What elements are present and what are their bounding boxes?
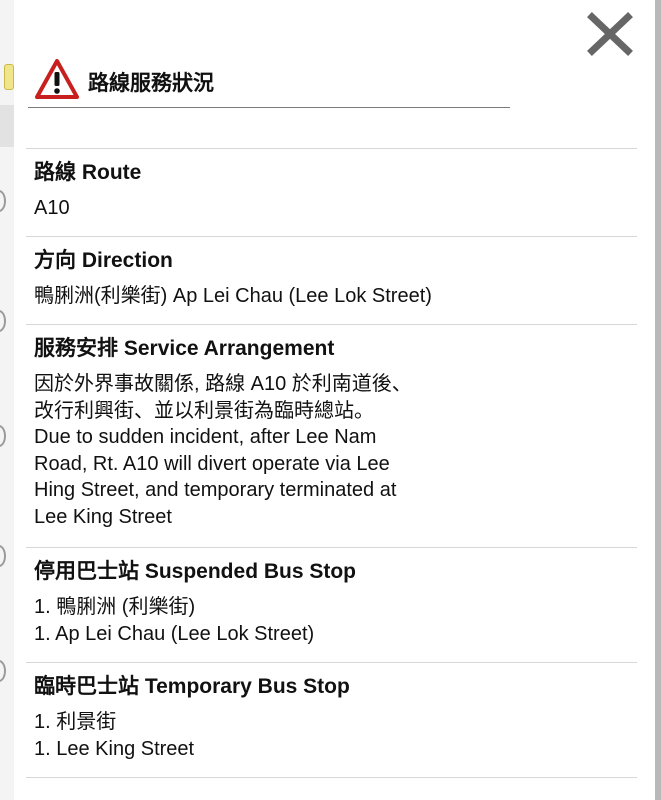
arrangement-line: 因於外界事故關係, 路線 A10 於利南道後、	[34, 373, 412, 395]
route-value: A10	[34, 197, 70, 219]
background-edge	[655, 0, 661, 800]
background-toolbar-fragment	[0, 105, 14, 147]
dialog-title: 路線服務狀況	[88, 72, 214, 95]
background-chip	[4, 64, 14, 90]
service-arrangement-label: 服務安排 Service Arrangement	[34, 337, 335, 360]
suspended-stop-item: 1. 鴨脷洲 (利樂街)	[34, 596, 196, 618]
direction-label: 方向 Direction	[34, 249, 173, 272]
temporary-stop-item: 1. Lee King Street	[34, 737, 195, 760]
service-arrangement-text: 因於外界事故關係, 路線 A10 於利南道後、 改行利興街、並以利景街為臨時總站…	[34, 371, 637, 531]
arrangement-line: Road, Rt. A10 will divert operate via Le…	[34, 452, 390, 475]
temporary-stop-section: 臨時巴士站 Temporary Bus Stop 1. 利景街 1. Lee K…	[26, 662, 637, 777]
arrangement-line: Hing Street, and temporary terminated at	[34, 479, 397, 502]
suspended-stop-section: 停用巴士站 Suspended Bus Stop 1. 鴨脷洲 (利樂街) 1.…	[26, 547, 637, 662]
close-icon	[587, 12, 633, 56]
direction-value: 鴨脷洲(利樂街) Ap Lei Chau (Lee Lok Street)	[34, 285, 432, 307]
route-label: 路線 Route	[34, 161, 142, 184]
service-arrangement-section: 服務安排 Service Arrangement 因於外界事故關係, 路線 A1…	[26, 324, 637, 547]
suspended-stop-item: 1. Ap Lei Chau (Lee Lok Street)	[34, 622, 315, 645]
arrangement-line: Lee King Street	[34, 505, 172, 528]
temporary-stop-item: 1. 利景街	[34, 711, 117, 733]
status-details: 路線 Route A10 方向 Direction 鴨脷洲(利樂街) Ap Le…	[26, 148, 637, 778]
close-button[interactable]	[586, 12, 634, 56]
route-section: 路線 Route A10	[26, 148, 637, 236]
arrangement-line: 改行利興街、並以利景街為臨時總站。	[34, 399, 374, 422]
direction-section: 方向 Direction 鴨脷洲(利樂街) Ap Lei Chau (Lee L…	[26, 236, 637, 324]
dialog-header: 路線服務狀況	[28, 58, 510, 108]
temporary-stop-label: 臨時巴士站 Temporary Bus Stop	[34, 675, 350, 698]
divider	[26, 777, 637, 778]
suspended-stop-label: 停用巴士站 Suspended Bus Stop	[34, 560, 357, 583]
route-status-dialog: 路線服務狀況 路線 Route A10 方向 Direction 鴨脷洲(利樂街…	[14, 0, 655, 800]
arrangement-line: Due to sudden incident, after Lee Nam	[34, 426, 377, 449]
warning-triangle-icon	[35, 59, 79, 99]
